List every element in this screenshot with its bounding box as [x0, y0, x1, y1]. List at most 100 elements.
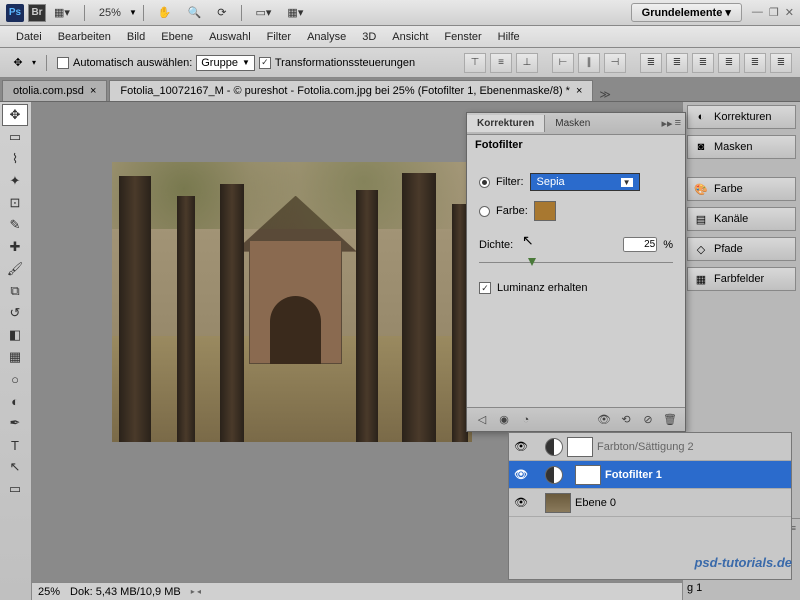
status-zoom[interactable]: 25% [38, 586, 60, 598]
document-canvas[interactable] [112, 162, 472, 442]
minimize-icon[interactable]: — [752, 6, 763, 19]
lasso-tool[interactable]: ⌇ [2, 148, 28, 170]
luminance-label: Luminanz erhalten [497, 282, 588, 294]
doc-tab-1[interactable]: otolia.com.psd× [2, 80, 107, 101]
menu-analyse[interactable]: Analyse [299, 31, 354, 43]
brush-tool[interactable]: 🖌 [2, 258, 28, 280]
color-swatch[interactable] [534, 201, 556, 221]
menu-3d[interactable]: 3D [354, 31, 384, 43]
crop-tool[interactable]: ⊡ [2, 192, 28, 214]
filter-dropdown[interactable]: Sepia▼ [530, 173, 640, 191]
layout-dropdown[interactable]: ▦▾ [48, 4, 76, 21]
panel-masken[interactable]: ◙Masken [687, 135, 796, 159]
close-icon[interactable]: ✕ [785, 6, 794, 19]
stamp-tool[interactable]: ⧉ [2, 280, 28, 302]
menu-ebene[interactable]: Ebene [153, 31, 201, 43]
doc-tab-2[interactable]: Fotolia_10072167_M - © pureshot - Fotoli… [109, 80, 593, 101]
paths-icon: ◇ [694, 242, 708, 256]
shape-tool[interactable]: ▭ [2, 478, 28, 500]
align-left-icon[interactable]: ⊢ [552, 53, 574, 73]
heal-tool[interactable]: ✚ [2, 236, 28, 258]
panel-korrekturen[interactable]: ◐Korrekturen [687, 105, 796, 129]
close-icon[interactable]: × [90, 85, 96, 97]
align-hcenter-icon[interactable]: ∥ [578, 53, 600, 73]
hand-tool-icon[interactable]: ✋ [152, 4, 178, 21]
mask-thumb[interactable] [575, 465, 601, 485]
mask-thumb[interactable] [567, 437, 593, 457]
layer-row-selected[interactable]: 👁 Fotofilter 1 [509, 461, 791, 489]
type-tool[interactable]: T [2, 434, 28, 456]
reset-icon[interactable]: ⊘ [639, 412, 657, 428]
visibility-icon[interactable]: 👁 [595, 412, 613, 428]
expand-icon[interactable]: ◉ [495, 412, 513, 428]
trash-icon[interactable]: 🗑 [661, 412, 679, 428]
close-icon[interactable]: × [576, 85, 582, 97]
workspace-switcher[interactable]: Grundelemente ▾ [631, 3, 742, 22]
dist-top-icon[interactable]: ≣ [640, 53, 662, 73]
menu-filter[interactable]: Filter [259, 31, 299, 43]
arrange-icon[interactable]: ▦▾ [281, 4, 309, 21]
wand-tool[interactable]: ✦ [2, 170, 28, 192]
tab-overflow-icon[interactable]: ≫ [599, 88, 611, 101]
rotate-view-icon[interactable]: ⟳ [211, 4, 232, 21]
gradient-tool[interactable]: ▦ [2, 346, 28, 368]
auto-select-checkbox[interactable] [57, 57, 69, 69]
align-top-icon[interactable]: ⊤ [464, 53, 486, 73]
prev-state-icon[interactable]: ⟲ [617, 412, 635, 428]
align-vcenter-icon[interactable]: ≡ [490, 53, 512, 73]
align-right-icon[interactable]: ⊣ [604, 53, 626, 73]
visibility-icon[interactable]: 👁 [513, 468, 529, 481]
maximize-icon[interactable]: ❐ [769, 6, 779, 19]
marquee-tool[interactable]: ▭ [2, 126, 28, 148]
filter-radio[interactable] [479, 177, 490, 188]
luminance-checkbox[interactable]: ✓ [479, 282, 491, 294]
align-bottom-icon[interactable]: ⊥ [516, 53, 538, 73]
menu-fenster[interactable]: Fenster [436, 31, 489, 43]
menu-bearbeiten[interactable]: Bearbeiten [50, 31, 119, 43]
dist-bottom-icon[interactable]: ≣ [692, 53, 714, 73]
menu-ansicht[interactable]: Ansicht [384, 31, 436, 43]
menu-datei[interactable]: Datei [8, 31, 50, 43]
layer-thumb[interactable] [545, 493, 571, 513]
zoom-dropdown[interactable]: 25% [93, 5, 127, 21]
move-tool[interactable]: ✥ [2, 104, 28, 126]
panel-kanale[interactable]: ▤Kanäle [687, 207, 796, 231]
transform-checkbox[interactable]: ✓ [259, 57, 271, 69]
menu-bild[interactable]: Bild [119, 31, 153, 43]
dist-left-icon[interactable]: ≣ [718, 53, 740, 73]
history-brush-tool[interactable]: ↺ [2, 302, 28, 324]
panel-farbe[interactable]: 🎨Farbe [687, 177, 796, 201]
color-radio[interactable] [479, 206, 490, 217]
layer-row[interactable]: 👁 Farbton/Sättigung 2 [509, 433, 791, 461]
pen-tool[interactable]: ✒ [2, 412, 28, 434]
back-icon[interactable]: ◁ [473, 412, 491, 428]
layer-name[interactable]: Ebene 0 [575, 497, 616, 509]
blur-tool[interactable]: ○ [2, 368, 28, 390]
panel-farbfelder[interactable]: ▦Farbfelder [687, 267, 796, 291]
eraser-tool[interactable]: ◧ [2, 324, 28, 346]
zoom-tool-icon[interactable]: 🔍 [182, 4, 208, 21]
bridge-icon[interactable]: Br [28, 4, 46, 22]
tab-masken[interactable]: Masken [545, 115, 600, 132]
collapse-icon[interactable]: ▸▸ [662, 117, 673, 130]
clip-icon[interactable]: ◔ [517, 412, 535, 428]
density-slider[interactable] [479, 256, 673, 270]
path-tool[interactable]: ↖ [2, 456, 28, 478]
panel-menu-icon[interactable]: ≡ [675, 117, 681, 130]
eyedropper-tool[interactable]: ✎ [2, 214, 28, 236]
density-input[interactable] [623, 237, 657, 252]
visibility-icon[interactable]: 👁 [513, 440, 529, 453]
panel-pfade[interactable]: ◇Pfade [687, 237, 796, 261]
tab-korrekturen[interactable]: Korrekturen [467, 115, 545, 132]
auto-select-dropdown[interactable]: Gruppe▼ [196, 55, 255, 71]
dist-right-icon[interactable]: ≣ [770, 53, 792, 73]
menu-hilfe[interactable]: Hilfe [490, 31, 528, 43]
dist-vcenter-icon[interactable]: ≣ [666, 53, 688, 73]
dist-hcenter-icon[interactable]: ≣ [744, 53, 766, 73]
layer-row[interactable]: 👁 Ebene 0 [509, 489, 791, 517]
dodge-tool[interactable]: ◐ [2, 390, 28, 412]
screen-mode-icon[interactable]: ▭▾ [250, 4, 278, 21]
layer-name[interactable]: Fotofilter 1 [605, 469, 662, 481]
menu-auswahl[interactable]: Auswahl [201, 31, 259, 43]
visibility-icon[interactable]: 👁 [513, 496, 529, 509]
